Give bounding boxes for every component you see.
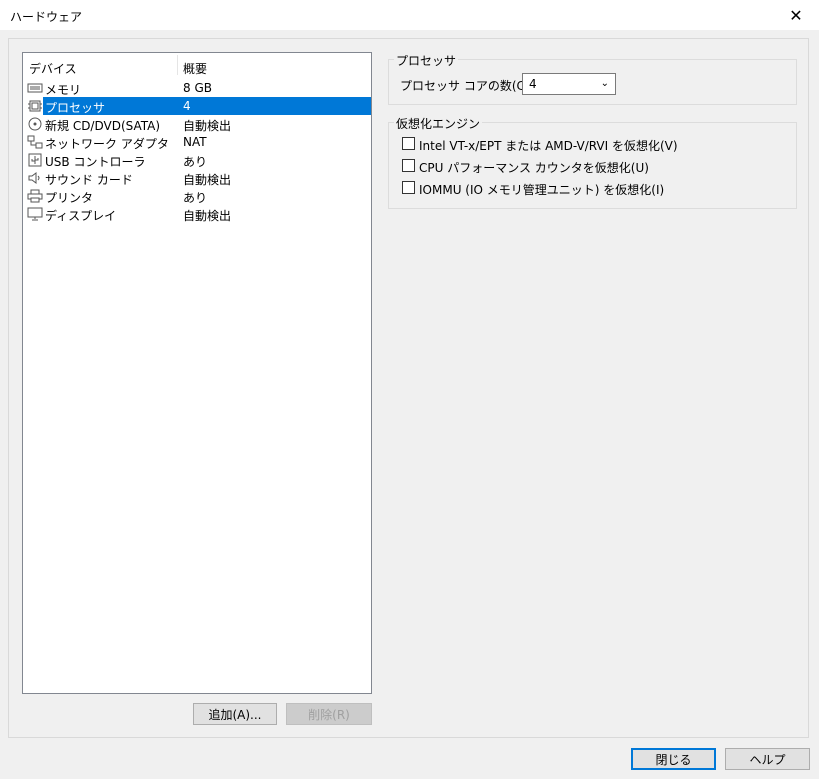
device-row-printer[interactable]: プリンタ あり — [23, 187, 371, 205]
device-name: USB コントローラ — [45, 155, 146, 169]
cores-label: プロセッサ コアの数(C): — [400, 79, 534, 93]
processor-group-title: プロセッサ — [394, 52, 459, 69]
network-adapter-icon — [27, 135, 43, 149]
device-summary: 自動検出 — [183, 209, 232, 223]
device-row-cd-dvd[interactable]: 新規 CD/DVD(SATA) 自動検出 — [23, 115, 371, 133]
device-summary: 4 — [183, 99, 191, 113]
device-summary: 自動検出 — [183, 173, 232, 187]
speaker-icon — [28, 172, 40, 184]
device-summary: 自動検出 — [183, 119, 232, 133]
device-name: プロセッサ — [45, 101, 106, 115]
device-row-usb-controller[interactable]: USB コントローラ あり — [23, 151, 371, 169]
device-row-network-adapter[interactable]: ネットワーク アダプタ NAT — [23, 133, 371, 151]
chevron-down-icon: ⌄ — [600, 78, 609, 89]
memory-icon — [27, 83, 43, 93]
iommu-checkbox-label[interactable]: IOMMU (IO メモリ管理ユニット) を仮想化(I) — [419, 181, 664, 198]
device-row-sound-card[interactable]: サウンド カード 自動検出 — [23, 169, 371, 187]
device-row-processor[interactable]: プロセッサ 4 — [23, 97, 371, 115]
add-button[interactable]: 追加(A)... — [193, 703, 277, 725]
cd-dvd-icon — [28, 117, 42, 131]
virtualization-group-title: 仮想化エンジン — [394, 115, 483, 132]
cores-select[interactable]: 4 ⌄ — [522, 73, 616, 95]
device-name: 新規 CD/DVD(SATA) — [45, 119, 161, 133]
device-summary: あり — [183, 191, 208, 205]
device-name: サウンド カード — [45, 173, 133, 187]
column-separator[interactable] — [177, 55, 178, 75]
device-row-memory[interactable]: メモリ 8 GB — [23, 79, 371, 97]
cores-value: 4 — [529, 77, 537, 91]
device-name: ネットワーク アダプタ — [45, 137, 169, 151]
iommu-checkbox[interactable] — [402, 181, 415, 194]
device-name: プリンタ — [45, 191, 94, 205]
processor-icon — [28, 100, 42, 112]
help-button[interactable]: ヘルプ — [725, 748, 810, 770]
vtx-checkbox[interactable] — [402, 137, 415, 150]
device-summary: 8 GB — [183, 81, 212, 95]
printer-icon — [27, 189, 43, 203]
device-summary: NAT — [183, 135, 207, 149]
remove-button[interactable]: 削除(R) — [286, 703, 372, 725]
usb-icon — [28, 153, 42, 167]
perf-counter-checkbox[interactable] — [402, 159, 415, 172]
close-button[interactable]: 閉じる — [631, 748, 716, 770]
device-summary: あり — [183, 155, 208, 169]
close-icon[interactable]: ✕ — [773, 0, 819, 30]
device-list[interactable]: デバイス 概要 メモリ 8 GB プロセッサ 4 新規 CD/DVD(SATA)… — [22, 52, 372, 694]
device-name: ディスプレイ — [45, 209, 117, 223]
vtx-checkbox-label[interactable]: Intel VT-x/EPT または AMD-V/RVI を仮想化(V) — [419, 137, 678, 154]
column-header-summary[interactable]: 概要 — [183, 60, 207, 77]
device-row-display[interactable]: ディスプレイ 自動検出 — [23, 205, 371, 223]
perf-counter-checkbox-label[interactable]: CPU パフォーマンス カウンタを仮想化(U) — [419, 159, 649, 176]
column-header-device[interactable]: デバイス — [29, 60, 77, 77]
title-bar: ハードウェア ✕ — [0, 0, 819, 30]
device-name: メモリ — [45, 83, 82, 97]
display-icon — [27, 207, 43, 221]
window-title: ハードウェア — [10, 10, 83, 24]
device-list-header: デバイス 概要 — [23, 53, 371, 77]
